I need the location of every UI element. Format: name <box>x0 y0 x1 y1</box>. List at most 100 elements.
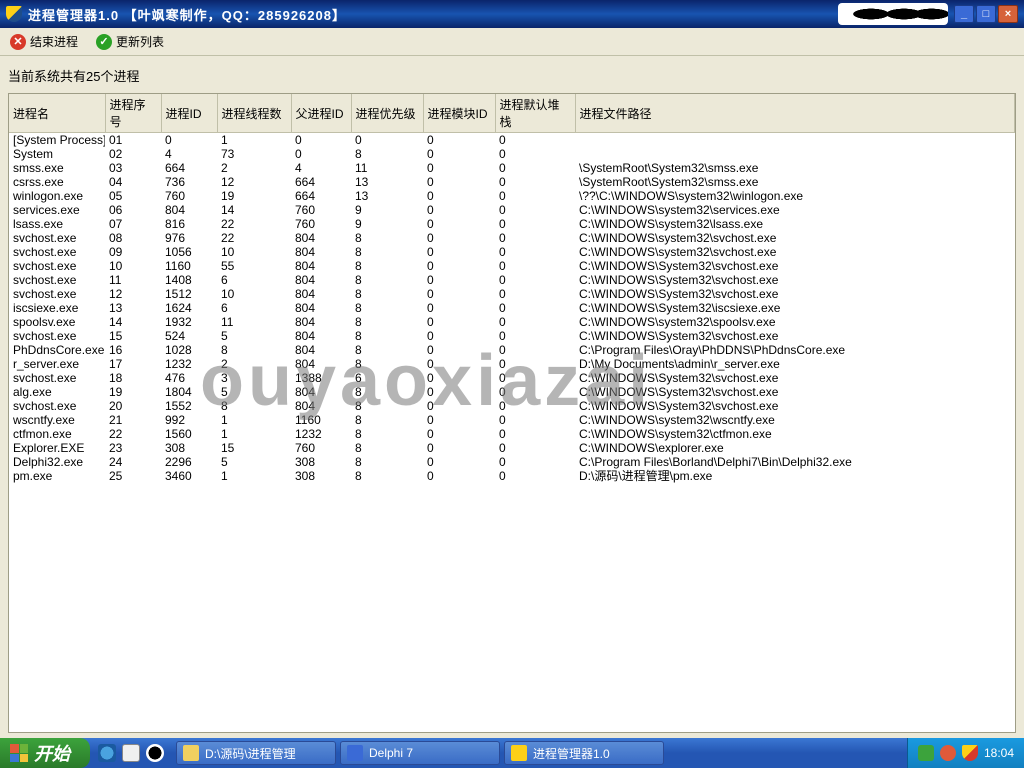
cell: 8 <box>351 357 423 371</box>
refresh-button[interactable]: ✓ 更新列表 <box>92 31 168 52</box>
system-tray[interactable]: 18:04 <box>907 738 1024 768</box>
table-row[interactable]: csrss.exe04736126641300\SystemRoot\Syste… <box>9 175 1015 189</box>
cell: 2 <box>217 357 291 371</box>
cell: 0 <box>495 133 575 148</box>
cell: 8 <box>351 427 423 441</box>
table-row[interactable]: r_server.exe1712322804800D:\My Documents… <box>9 357 1015 371</box>
column-header[interactable]: 进程ID <box>161 94 217 133</box>
window-title: 进程管理器1.0 【叶飒寒制作，QQ：285926208】 <box>28 5 346 24</box>
cell: svchost.exe <box>9 287 105 301</box>
close-button[interactable]: × <box>998 5 1018 23</box>
qq-icon[interactable] <box>146 744 164 762</box>
tray-shield-icon[interactable] <box>962 745 978 761</box>
start-label: 开始 <box>34 740 70 766</box>
cell: 15 <box>105 329 161 343</box>
cell: 0 <box>161 133 217 148</box>
cell: 0 <box>495 231 575 245</box>
taskbar-task-button[interactable]: Delphi 7 <box>340 741 500 765</box>
cell: 8 <box>351 315 423 329</box>
table-row[interactable]: Explorer.EXE2330815760800C:\WINDOWS\expl… <box>9 441 1015 455</box>
column-header[interactable]: 进程默认堆栈 <box>495 94 575 133</box>
column-header[interactable]: 进程优先级 <box>351 94 423 133</box>
cell: [System Process] <box>9 133 105 148</box>
cell: 0 <box>351 133 423 148</box>
table-row[interactable]: smss.exe03664241100\SystemRoot\System32\… <box>9 161 1015 175</box>
table-row[interactable]: ctfmon.exe22156011232800C:\WINDOWS\syste… <box>9 427 1015 441</box>
table-row[interactable]: svchost.exe12151210804800C:\WINDOWS\Syst… <box>9 287 1015 301</box>
cell: \SystemRoot\System32\smss.exe <box>575 175 1015 189</box>
cell: C:\WINDOWS\system32\wscntfy.exe <box>575 413 1015 427</box>
cell: 8 <box>351 231 423 245</box>
cell: 0 <box>495 147 575 161</box>
cell: 804 <box>291 259 351 273</box>
cell: 804 <box>291 357 351 371</box>
taskbar: 开始 D:\源码\进程管理Delphi 7进程管理器1.0 18:04 <box>0 738 1024 768</box>
cell: 0 <box>423 161 495 175</box>
cell: 664 <box>291 175 351 189</box>
cell: 736 <box>161 175 217 189</box>
cell: C:\WINDOWS\System32\svchost.exe <box>575 385 1015 399</box>
table-row[interactable]: svchost.exe155245804800C:\WINDOWS\System… <box>9 329 1015 343</box>
table-row[interactable]: services.exe0680414760900C:\WINDOWS\syst… <box>9 203 1015 217</box>
cell: 0 <box>423 385 495 399</box>
table-row[interactable]: System024730800 <box>9 147 1015 161</box>
table-row[interactable]: spoolsv.exe14193211804800C:\WINDOWS\syst… <box>9 315 1015 329</box>
cell: 804 <box>291 273 351 287</box>
cell: 0 <box>423 217 495 231</box>
table-row[interactable]: svchost.exe0897622804800C:\WINDOWS\syste… <box>9 231 1015 245</box>
tray-icon-1[interactable] <box>918 745 934 761</box>
table-row[interactable]: svchost.exe10116055804800C:\WINDOWS\Syst… <box>9 259 1015 273</box>
taskbar-task-button[interactable]: D:\源码\进程管理 <box>176 741 336 765</box>
cell: 8 <box>351 455 423 469</box>
table-row[interactable]: wscntfy.exe2199211160800C:\WINDOWS\syste… <box>9 413 1015 427</box>
cell: 0 <box>423 329 495 343</box>
table-row[interactable]: svchost.exe2015528804800C:\WINDOWS\Syste… <box>9 399 1015 413</box>
table-row[interactable]: [System Process]01010000 <box>9 133 1015 148</box>
cell: 8 <box>351 343 423 357</box>
end-process-button[interactable]: ✕ 结束进程 <box>6 31 82 52</box>
column-header[interactable]: 进程名 <box>9 94 105 133</box>
column-header[interactable]: 进程模块ID <box>423 94 495 133</box>
cell: 03 <box>105 161 161 175</box>
tray-icon-2[interactable] <box>940 745 956 761</box>
table-row[interactable]: Delphi32.exe2422965308800C:\Program File… <box>9 455 1015 469</box>
cell: 9 <box>351 203 423 217</box>
cell: 14 <box>217 203 291 217</box>
cell: 0 <box>423 441 495 455</box>
column-header[interactable]: 进程线程数 <box>217 94 291 133</box>
table-row[interactable]: lsass.exe0781622760900C:\WINDOWS\system3… <box>9 217 1015 231</box>
table-row[interactable]: svchost.exe1847631388600C:\WINDOWS\Syste… <box>9 371 1015 385</box>
end-process-label: 结束进程 <box>30 33 78 50</box>
minimize-button[interactable]: _ <box>954 5 974 23</box>
cell: 24 <box>105 455 161 469</box>
cell: 0 <box>495 371 575 385</box>
task-buttons: D:\源码\进程管理Delphi 7进程管理器1.0 <box>172 738 907 768</box>
table-row[interactable]: pm.exe2534601308800D:\源码\进程管理\pm.exe <box>9 469 1015 483</box>
cell: 992 <box>161 413 217 427</box>
column-header[interactable]: 进程文件路径 <box>575 94 1015 133</box>
maximize-button[interactable]: □ <box>976 5 996 23</box>
column-header[interactable]: 父进程ID <box>291 94 351 133</box>
column-header[interactable]: 进程序号 <box>105 94 161 133</box>
cell: 0 <box>291 133 351 148</box>
cell: 13 <box>351 175 423 189</box>
start-button[interactable]: 开始 <box>0 738 90 768</box>
process-table[interactable]: 进程名进程序号进程ID进程线程数父进程ID进程优先级进程模块ID进程默认堆栈进程… <box>9 94 1015 483</box>
table-row[interactable]: alg.exe1918045804800C:\WINDOWS\System32\… <box>9 385 1015 399</box>
cell: svchost.exe <box>9 273 105 287</box>
taskbar-task-button[interactable]: 进程管理器1.0 <box>504 741 664 765</box>
titlebar-redaction <box>838 3 948 25</box>
cell: 476 <box>161 371 217 385</box>
cell: svchost.exe <box>9 371 105 385</box>
table-row[interactable]: winlogon.exe05760196641300\??\C:\WINDOWS… <box>9 189 1015 203</box>
desktop-icon[interactable] <box>122 744 140 762</box>
cell: 8 <box>351 329 423 343</box>
table-row[interactable]: svchost.exe09105610804800C:\WINDOWS\syst… <box>9 245 1015 259</box>
table-row[interactable]: iscsiexe.exe1316246804800C:\WINDOWS\Syst… <box>9 301 1015 315</box>
cell: 11 <box>351 161 423 175</box>
cell: 0 <box>495 259 575 273</box>
ie-icon[interactable] <box>98 744 116 762</box>
table-row[interactable]: PhDdnsCore.exe1610288804800C:\Program Fi… <box>9 343 1015 357</box>
cell: C:\WINDOWS\System32\svchost.exe <box>575 259 1015 273</box>
table-row[interactable]: svchost.exe1114086804800C:\WINDOWS\Syste… <box>9 273 1015 287</box>
